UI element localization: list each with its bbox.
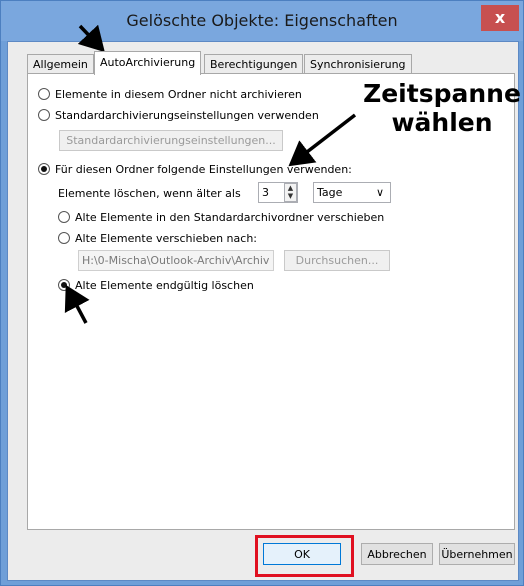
delete-older-label: Elemente löschen, wenn älter als: [58, 187, 241, 200]
radio-delete-permanently[interactable]: Alte Elemente endgültig löschen: [58, 279, 254, 292]
tab-allgemein[interactable]: Allgemein: [27, 54, 94, 74]
archive-path-field[interactable]: H:\0-Mischa\Outlook-Archiv\Archiv: [78, 250, 274, 271]
age-unit-value: Tage: [317, 186, 343, 199]
radio-delete-permanently-control[interactable]: [58, 279, 70, 291]
spin-up-icon[interactable]: ▲: [285, 184, 296, 192]
radio-move-default-control[interactable]: [58, 211, 70, 223]
radio-default-archive-control[interactable]: [38, 109, 50, 121]
tab-berechtigungen[interactable]: Berechtigungen: [204, 54, 304, 74]
browse-button[interactable]: Durchsuchen...: [284, 250, 390, 271]
radio-custom-archive-control[interactable]: [38, 163, 50, 175]
close-icon[interactable]: x: [481, 5, 519, 31]
ok-button[interactable]: OK: [263, 543, 341, 565]
default-archive-settings-button[interactable]: Standardarchivierungseinstellungen...: [59, 130, 283, 151]
window-title: Gelöschte Objekte: Eigenschaften: [126, 11, 398, 30]
radio-move-to[interactable]: Alte Elemente verschieben nach:: [58, 232, 257, 245]
radio-no-archive-control[interactable]: [38, 88, 50, 100]
radio-move-to-label: Alte Elemente verschieben nach:: [75, 232, 257, 245]
age-spinner[interactable]: ▲ ▼: [284, 183, 297, 202]
radio-delete-permanently-label: Alte Elemente endgültig löschen: [75, 279, 254, 292]
radio-default-archive-label: Standardarchivierungseinstellungen verwe…: [55, 109, 319, 122]
radio-no-archive-label: Elemente in diesem Ordner nicht archivie…: [55, 88, 302, 101]
chevron-down-icon[interactable]: ∨: [376, 183, 384, 202]
cancel-button[interactable]: Abbrechen: [361, 543, 433, 565]
age-unit-select[interactable]: Tage ∨: [313, 182, 391, 203]
radio-custom-archive[interactable]: Für diesen Ordner folgende Einstellungen…: [38, 163, 352, 176]
tab-autoarchivierung[interactable]: AutoArchivierung: [94, 51, 202, 75]
annotation-line-2: wählen: [391, 108, 493, 137]
radio-move-default[interactable]: Alte Elemente in den Standardarchivordne…: [58, 211, 384, 224]
annotation-line-1: Zeitspanne: [363, 79, 521, 108]
radio-custom-archive-label: Für diesen Ordner folgende Einstellungen…: [55, 163, 352, 176]
radio-move-to-control[interactable]: [58, 232, 70, 244]
radio-move-default-label: Alte Elemente in den Standardarchivordne…: [75, 211, 385, 224]
spin-down-icon[interactable]: ▼: [285, 192, 296, 200]
radio-no-archive[interactable]: Elemente in diesem Ordner nicht archivie…: [38, 88, 302, 101]
apply-button[interactable]: Übernehmen: [439, 543, 515, 565]
tab-synchronisierung[interactable]: Synchronisierung: [304, 54, 412, 74]
autoarchive-panel: Elemente in diesem Ordner nicht archivie…: [27, 73, 515, 530]
annotation-label: Zeitspanne wählen: [360, 79, 524, 137]
title-bar[interactable]: Gelöschte Objekte: Eigenschaften x: [1, 1, 523, 41]
radio-default-archive[interactable]: Standardarchivierungseinstellungen verwe…: [38, 109, 319, 122]
